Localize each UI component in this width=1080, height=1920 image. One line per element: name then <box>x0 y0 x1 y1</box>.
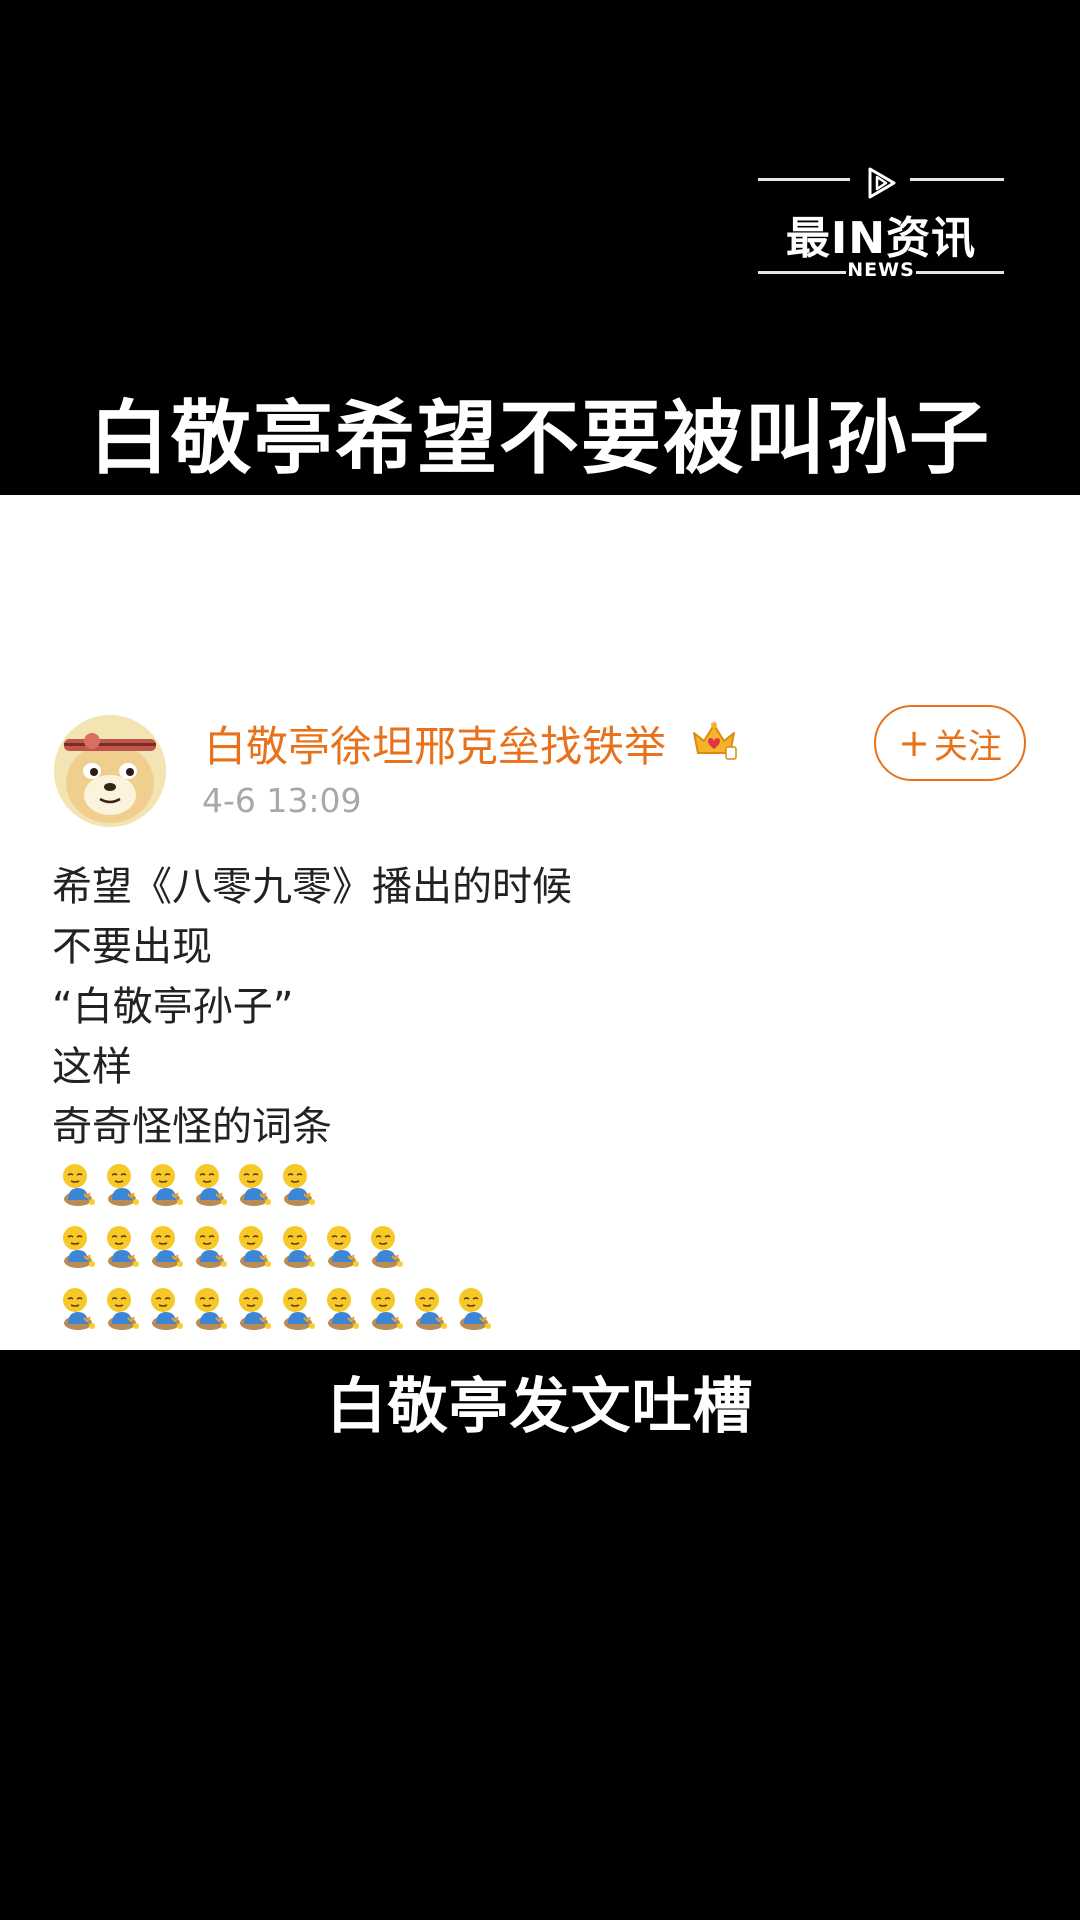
follow-label: 关注 <box>933 726 1002 767</box>
post-timestamp: 4-6 13:09 <box>202 781 362 820</box>
pray-emoji-icon <box>107 1164 139 1206</box>
pray-emoji-icon <box>371 1288 403 1330</box>
video-headline: 白敬亭希望不要被叫孙子 <box>89 392 991 485</box>
video-frame: 最IN资讯 NEWS 白敬亭希望不要被叫孙子 白敬亭徐坦邢克垒找铁举 4-6 1… <box>0 0 1080 1920</box>
pray-emoji-icon <box>459 1288 491 1330</box>
post-content-line: 希望《八零九零》播出的时候 <box>52 864 572 910</box>
pray-emoji-icon <box>63 1164 95 1206</box>
pray-emoji-icon <box>107 1288 139 1330</box>
pray-emoji-icon <box>151 1164 183 1206</box>
logo-news-text: NEWS <box>847 259 915 281</box>
pray-emoji-icon <box>283 1164 315 1206</box>
video-subtitle: 白敬亭发文吐槽 <box>326 1372 754 1442</box>
post-username[interactable]: 白敬亭徐坦邢克垒找铁举 <box>204 713 666 774</box>
logo-divider-line <box>758 271 846 274</box>
pray-emoji-icon <box>327 1288 359 1330</box>
pray-emoji-icon <box>327 1226 359 1268</box>
pray-emoji-icon <box>107 1226 139 1268</box>
pray-emoji-icon <box>195 1288 227 1330</box>
news-logo: 最IN资讯 NEWS <box>758 160 1004 286</box>
post-content-line: 奇奇怪怪的词条 <box>52 1104 332 1150</box>
pray-emoji-icon <box>239 1164 271 1206</box>
post-content-line: “白敬亭孙子” <box>52 984 294 1030</box>
logo-divider-line <box>758 178 850 181</box>
weibo-post-card: 白敬亭徐坦邢克垒找铁举 4-6 13:09 + 关注 希望《八零九零》播出的时候… <box>0 495 1080 1350</box>
play-icon <box>868 167 896 199</box>
logo-divider-line <box>910 178 1004 181</box>
pray-emoji-icon <box>239 1226 271 1268</box>
emoji-row <box>56 1160 496 1222</box>
crown-badge-icon <box>693 722 737 760</box>
pray-emoji-icon <box>63 1226 95 1268</box>
pray-emoji-icon <box>371 1226 403 1268</box>
emoji-rows <box>56 1160 496 1346</box>
pray-emoji-icon <box>195 1226 227 1268</box>
pray-emoji-icon <box>63 1288 95 1330</box>
plus-icon: + <box>898 721 930 765</box>
post-content-line: 这样 <box>52 1044 132 1090</box>
pray-emoji-icon <box>151 1226 183 1268</box>
follow-button[interactable]: + 关注 <box>874 705 1026 781</box>
pray-emoji-icon <box>151 1288 183 1330</box>
emoji-row <box>56 1222 496 1284</box>
pray-emoji-icon <box>239 1288 271 1330</box>
logo-divider-line <box>916 271 1004 274</box>
pray-emoji-icon <box>195 1164 227 1206</box>
pray-emoji-icon <box>283 1288 315 1330</box>
avatar[interactable] <box>54 715 166 827</box>
dog-avatar-icon <box>54 715 166 827</box>
pray-emoji-icon <box>415 1288 447 1330</box>
emoji-row <box>56 1284 496 1346</box>
logo-brand-text: 最IN资讯 <box>785 213 977 264</box>
post-content-line: 不要出现 <box>52 924 212 970</box>
pray-emoji-icon <box>283 1226 315 1268</box>
post-content: 希望《八零九零》播出的时候 不要出现 “白敬亭孙子” 这样 奇奇怪怪的词条 <box>52 857 572 1157</box>
